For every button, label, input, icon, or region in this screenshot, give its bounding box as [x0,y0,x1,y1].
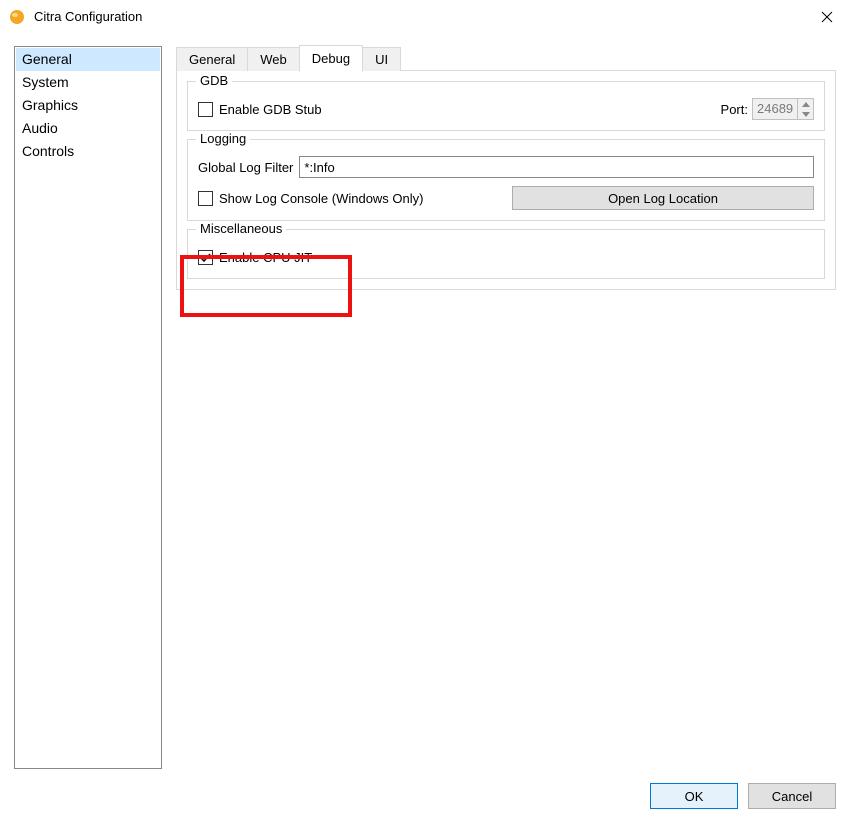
button-label: Open Log Location [608,191,718,206]
window-title: Citra Configuration [34,9,142,24]
tab-label: UI [375,52,388,67]
close-button[interactable] [804,0,850,34]
log-filter-label: Global Log Filter [198,160,293,175]
sidebar-item-label: General [22,51,72,67]
checkbox-label: Enable CPU JIT [219,250,312,265]
button-label: Cancel [772,789,812,804]
checkbox-show-log-console[interactable]: Show Log Console (Windows Only) [198,187,423,209]
cancel-button[interactable]: Cancel [748,783,836,809]
tab-ui[interactable]: UI [362,47,401,71]
footer: OK Cancel [0,769,850,823]
sidebar-item-system[interactable]: System [16,71,160,94]
ok-button[interactable]: OK [650,783,738,809]
checkbox-box[interactable] [198,250,213,265]
button-label: OK [685,789,704,804]
group-miscellaneous: Miscellaneous Enable CPU JIT [187,229,825,279]
body: General System Graphics Audio Controls G… [0,34,850,769]
sidebar: General System Graphics Audio Controls [14,46,162,769]
port-spin-up[interactable] [798,99,813,109]
port-spinbox[interactable]: 24689 [752,98,814,120]
app-icon [8,8,26,26]
sidebar-item-audio[interactable]: Audio [16,117,160,140]
titlebar: Citra Configuration [0,0,850,34]
tab-label: Debug [312,51,350,66]
sidebar-item-general[interactable]: General [16,48,160,71]
checkbox-label: Show Log Console (Windows Only) [219,191,423,206]
sidebar-item-label: System [22,74,69,90]
config-window: Citra Configuration General System Graph… [0,0,850,823]
group-title-logging: Logging [196,131,250,146]
port-label: Port: [721,102,748,117]
sidebar-item-controls[interactable]: Controls [16,140,160,163]
checkbox-enable-cpu-jit[interactable]: Enable CPU JIT [198,246,814,268]
tab-label: Web [260,52,287,67]
tab-general[interactable]: General [176,47,248,71]
log-filter-input[interactable] [299,156,814,178]
sidebar-item-label: Audio [22,120,58,136]
sidebar-item-graphics[interactable]: Graphics [16,94,160,117]
checkbox-enable-gdb-stub[interactable]: Enable GDB Stub [198,98,322,120]
checkbox-label: Enable GDB Stub [219,102,322,117]
tab-content-debug: GDB Enable GDB Stub Port: 24689 [176,71,836,290]
group-title-gdb: GDB [196,73,232,88]
checkbox-box[interactable] [198,191,213,206]
tab-web[interactable]: Web [247,47,300,71]
tabstrip: General Web Debug UI [176,46,836,71]
group-logging: Logging Global Log Filter Show Log Conso… [187,139,825,221]
port-value[interactable]: 24689 [753,99,797,119]
group-gdb: GDB Enable GDB Stub Port: 24689 [187,81,825,131]
port-field: Port: 24689 [721,98,814,120]
tab-label: General [189,52,235,67]
group-title-misc: Miscellaneous [196,221,286,236]
checkbox-box[interactable] [198,102,213,117]
open-log-location-button[interactable]: Open Log Location [512,186,814,210]
main: General Web Debug UI GDB Enable GDB Stub [176,46,836,769]
sidebar-item-label: Graphics [22,97,78,113]
sidebar-item-label: Controls [22,143,74,159]
port-spin-down[interactable] [798,109,813,119]
tab-debug[interactable]: Debug [299,45,363,72]
